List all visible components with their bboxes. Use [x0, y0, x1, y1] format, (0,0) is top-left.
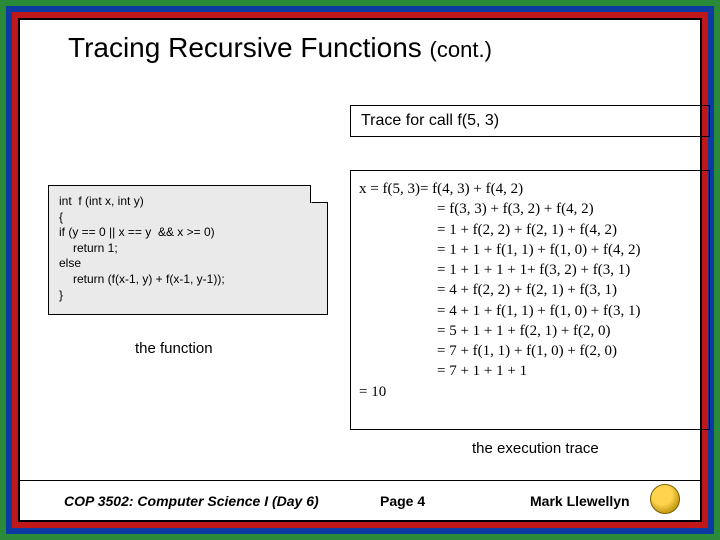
title-cont: (cont.): [430, 37, 492, 62]
code-box: int f (int x, int y) { if (y == 0 || x =…: [48, 185, 328, 315]
page-title: Tracing Recursive Functions (cont.): [68, 32, 700, 64]
trace-line: = 7 + f(1, 1) + f(1, 0) + f(2, 0): [359, 341, 699, 361]
trace-header-text: Trace for call f(5, 3): [361, 112, 499, 129]
footer: COP 3502: Computer Science I (Day 6) Pag…: [20, 480, 700, 520]
trace-header-box: Trace for call f(5, 3): [350, 105, 710, 137]
code-line: int f (int x, int y): [59, 194, 317, 210]
execution-trace-label: the execution trace: [472, 440, 599, 457]
content-area: Tracing Recursive Functions (cont.) Trac…: [20, 20, 700, 520]
trace-line: = 10: [359, 382, 699, 402]
dog-ear-icon: [310, 185, 328, 203]
footer-course: COP 3502: Computer Science I (Day 6): [64, 493, 319, 509]
slide: Tracing Recursive Functions (cont.) Trac…: [0, 0, 720, 540]
trace-line: = 5 + 1 + 1 + f(2, 1) + f(2, 0): [359, 321, 699, 341]
code-line: return (f(x-1, y) + f(x-1, y-1));: [59, 272, 317, 288]
code-line: }: [59, 288, 317, 304]
code-line: {: [59, 210, 317, 226]
code-line: if (y == 0 || x == y && x >= 0): [59, 225, 317, 241]
trace-line: = 7 + 1 + 1 + 1: [359, 361, 699, 381]
footer-author: Mark Llewellyn: [530, 493, 630, 509]
title-main: Tracing Recursive Functions: [68, 32, 422, 63]
trace-line: = 1 + 1 + f(1, 1) + f(1, 0) + f(4, 2): [359, 240, 699, 260]
footer-page: Page 4: [380, 493, 425, 509]
function-label: the function: [135, 340, 213, 357]
code-line: return 1;: [59, 241, 317, 257]
trace-box: x = f(5, 3)= f(4, 3) + f(4, 2) = f(3, 3)…: [350, 170, 710, 430]
trace-line: = 4 + f(2, 2) + f(2, 1) + f(3, 1): [359, 280, 699, 300]
logo-icon: [650, 484, 680, 514]
code-line: else: [59, 256, 317, 272]
trace-line: = 1 + 1 + 1 + 1+ f(3, 2) + f(3, 1): [359, 260, 699, 280]
trace-line: = f(3, 3) + f(3, 2) + f(4, 2): [359, 199, 699, 219]
trace-line: = 4 + 1 + f(1, 1) + f(1, 0) + f(3, 1): [359, 301, 699, 321]
trace-line: = 1 + f(2, 2) + f(2, 1) + f(4, 2): [359, 220, 699, 240]
trace-line: x = f(5, 3)= f(4, 3) + f(4, 2): [359, 179, 699, 199]
